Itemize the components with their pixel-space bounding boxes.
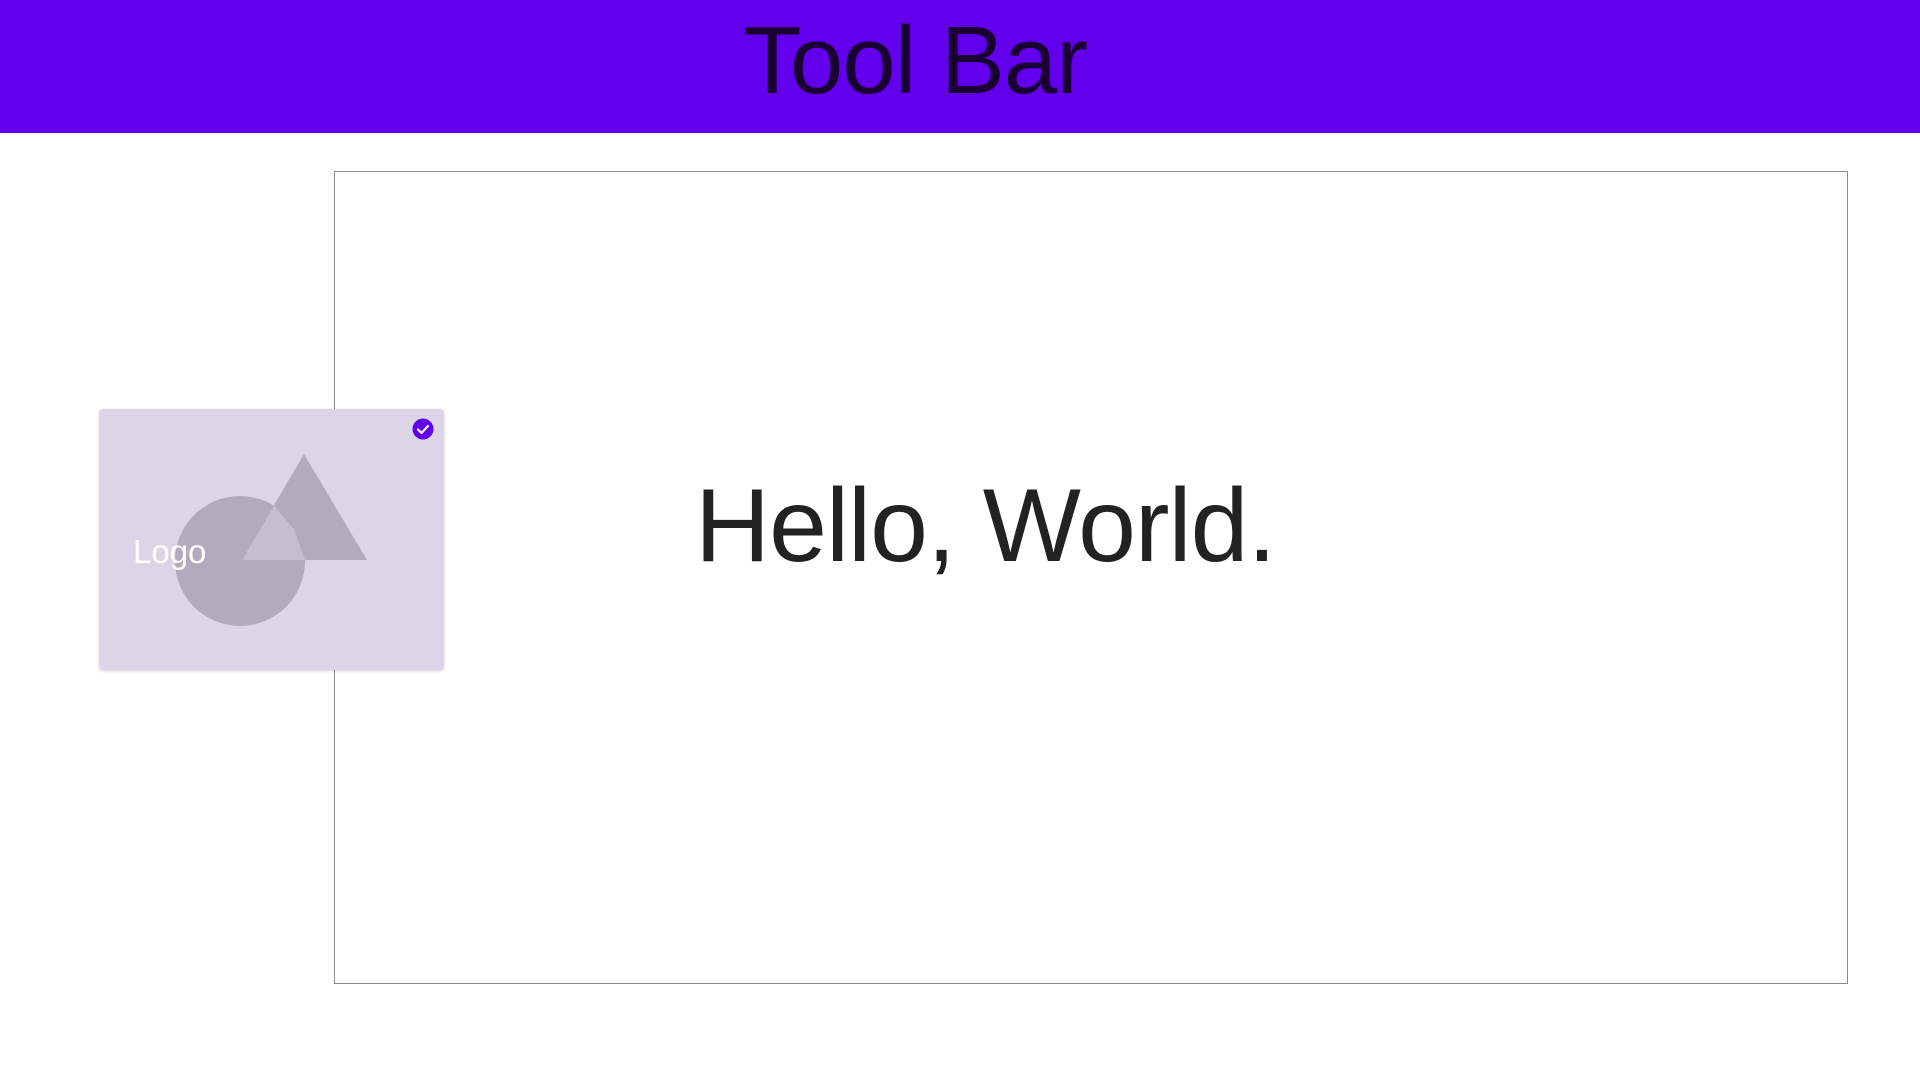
logo-label: Logo [133, 533, 207, 570]
toolbar: Tool Bar [0, 0, 1920, 133]
check-circle-icon [412, 418, 434, 440]
greeting-text: Hello, World. [695, 468, 1276, 584]
logo-image-card[interactable]: Logo [99, 409, 444, 670]
content-frame: Hello, World. [334, 171, 1848, 984]
toolbar-title: Tool Bar [742, 7, 1088, 114]
